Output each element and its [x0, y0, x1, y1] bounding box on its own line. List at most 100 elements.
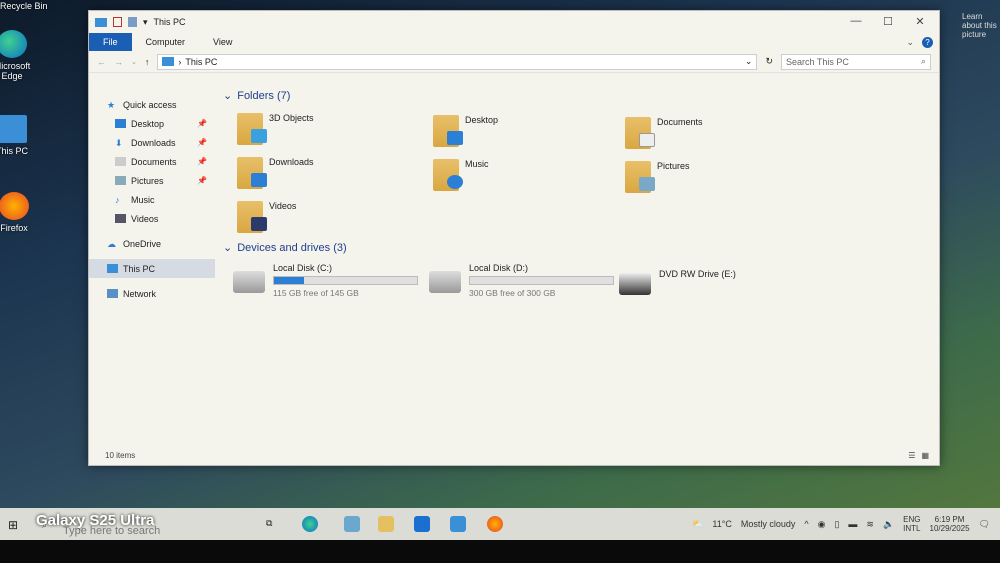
music-icon: ♪ [115, 195, 120, 205]
clock[interactable]: 6:19 PM 10/29/2025 [930, 515, 970, 533]
weather-temp[interactable]: 11°C [712, 519, 731, 529]
label: Documents [657, 117, 703, 127]
refresh-button[interactable]: ↻ [765, 56, 773, 67]
properties-icon[interactable] [113, 17, 122, 27]
volume-icon[interactable]: 🔈 [883, 519, 894, 530]
show-hidden-icons[interactable]: ^ [804, 519, 808, 529]
label: OneDrive [123, 238, 162, 249]
drive-d[interactable]: Local Disk (D:) 300 GB free of 300 GB [429, 263, 614, 298]
pin-icon: 📌 [197, 157, 207, 166]
desktop-icon-firefox[interactable]: Firefox [0, 192, 44, 233]
item-count: 10 items [105, 450, 136, 460]
weather-desc[interactable]: Mostly cloudy [741, 519, 796, 529]
details-view-button[interactable]: ☰ [908, 451, 915, 460]
folder-videos[interactable]: Videos [237, 201, 296, 233]
learn-about-picture[interactable]: Learn about this picture [962, 12, 1000, 39]
notifications-icon[interactable]: 🗨 [979, 519, 990, 530]
customize-dropdown-icon[interactable]: ▾ [143, 17, 148, 28]
address-bar-row: ← → ⌄ ↑ › This PC ⌄ ↻ Search This PC ⌕ [89, 51, 939, 73]
nav-music[interactable]: ♪ Music [89, 190, 215, 209]
file-explorer-icon[interactable] [378, 516, 394, 532]
folder-downloads-icon [237, 157, 267, 189]
label: Videos [131, 213, 159, 224]
address-bar[interactable]: › This PC ⌄ [157, 53, 758, 70]
drives-group-header[interactable]: ⌄ Devices and drives (3) [223, 241, 347, 255]
firefox-icon[interactable] [487, 516, 503, 532]
recent-dropdown[interactable]: ⌄ [131, 58, 137, 66]
task-view-icon[interactable]: ⧉ [266, 518, 272, 529]
widgets-icon[interactable] [344, 516, 360, 532]
tab-view[interactable]: View [199, 33, 246, 51]
nav-pictures[interactable]: Pictures 📌 [89, 171, 215, 190]
folder-desktop[interactable]: Desktop [433, 115, 498, 147]
folder-documents-icon [625, 117, 655, 149]
forward-button[interactable]: → [114, 57, 123, 67]
label: Desktop [465, 115, 499, 125]
computer-icon [107, 264, 118, 273]
up-button[interactable]: ↑ [145, 57, 150, 67]
drive-c[interactable]: Local Disk (C:) 115 GB free of 145 GB [233, 263, 418, 298]
address-dropdown[interactable]: ⌄ [745, 56, 753, 67]
nav-quick-access[interactable]: ★ Quick access [89, 95, 215, 114]
pictures-icon [115, 176, 126, 185]
tab-file[interactable]: File [89, 33, 132, 51]
status-bar: 10 items ☰ ▦ [89, 445, 939, 465]
new-folder-icon[interactable] [128, 17, 137, 27]
chevron-down-icon: ⌄ [223, 242, 233, 254]
maximize-button[interactable]: ☐ [873, 15, 903, 28]
pin-icon: 📌 [197, 119, 207, 128]
label: 3D Objects [269, 113, 314, 123]
expand-ribbon-icon[interactable]: ⌄ [906, 37, 914, 48]
large-icons-view-button[interactable]: ▦ [921, 451, 929, 460]
back-button[interactable]: ← [97, 57, 106, 67]
folders-group-header[interactable]: ⌄ Folders (7) [223, 89, 290, 103]
help-icon[interactable]: ? [922, 36, 933, 48]
nav-documents[interactable]: Documents 📌 [89, 152, 215, 171]
drive-e[interactable]: DVD RW Drive (E:) [619, 265, 736, 295]
computer-icon [95, 17, 107, 27]
close-button[interactable]: ✕ [905, 15, 935, 28]
folder-pictures[interactable]: Pictures [625, 161, 690, 193]
language-indicator[interactable]: ENG INTL [903, 515, 920, 533]
nav-network[interactable]: Network [89, 284, 215, 303]
star-icon: ★ [107, 100, 116, 110]
nav-videos[interactable]: Videos [89, 209, 215, 228]
search-placeholder: Search This PC [786, 56, 849, 67]
folder-documents[interactable]: Documents [625, 117, 703, 149]
tab-computer[interactable]: Computer [132, 33, 200, 51]
store-icon[interactable] [414, 516, 430, 532]
start-button[interactable]: ⊞ [8, 518, 18, 532]
pin-icon: 📌 [197, 176, 207, 185]
search-input[interactable]: Search This PC ⌕ [781, 53, 931, 70]
nav-downloads[interactable]: ⬇ Downloads 📌 [89, 133, 215, 152]
nav-onedrive[interactable]: ☁ OneDrive [89, 234, 215, 253]
download-icon: ⬇ [115, 138, 123, 148]
folder-downloads[interactable]: Downloads [237, 157, 314, 189]
desktop-icon-edge[interactable]: Microsoft Edge [0, 30, 42, 81]
chevron-down-icon: ⌄ [223, 90, 233, 102]
record-icon[interactable]: ◉ [818, 519, 826, 530]
computer-icon [0, 115, 27, 143]
desktop-icon-recycle-bin[interactable]: Recycle Bin [0, 1, 70, 11]
nav-this-pc[interactable]: This PC [89, 259, 215, 278]
wifi-icon[interactable]: ≋ [866, 519, 874, 530]
drive-icon [429, 271, 461, 293]
phone-icon[interactable]: ▯ [834, 519, 839, 530]
weather-icon[interactable]: ⛅ [692, 519, 703, 530]
battery-icon[interactable]: ▬ [848, 519, 857, 529]
title-bar: ▾ This PC [89, 11, 939, 33]
time: 6:19 PM [934, 515, 965, 524]
label: Pictures [131, 175, 164, 186]
content-pane: ⌄ Folders (7) 3D Objects Desktop Document… [219, 87, 939, 445]
label: Music [465, 159, 489, 169]
lang-1: ENG [903, 515, 921, 524]
folder-3d-objects[interactable]: 3D Objects [237, 113, 314, 145]
folder-music[interactable]: Music [433, 159, 489, 191]
label: Pictures [657, 161, 690, 171]
drive-d-usage-bar [469, 276, 614, 285]
mail-icon[interactable] [450, 516, 466, 532]
minimize-button[interactable]: — [841, 15, 871, 27]
nav-desktop[interactable]: Desktop 📌 [89, 114, 215, 133]
edge-icon[interactable] [302, 516, 318, 532]
desktop-icon-this-pc[interactable]: This PC [0, 115, 42, 156]
